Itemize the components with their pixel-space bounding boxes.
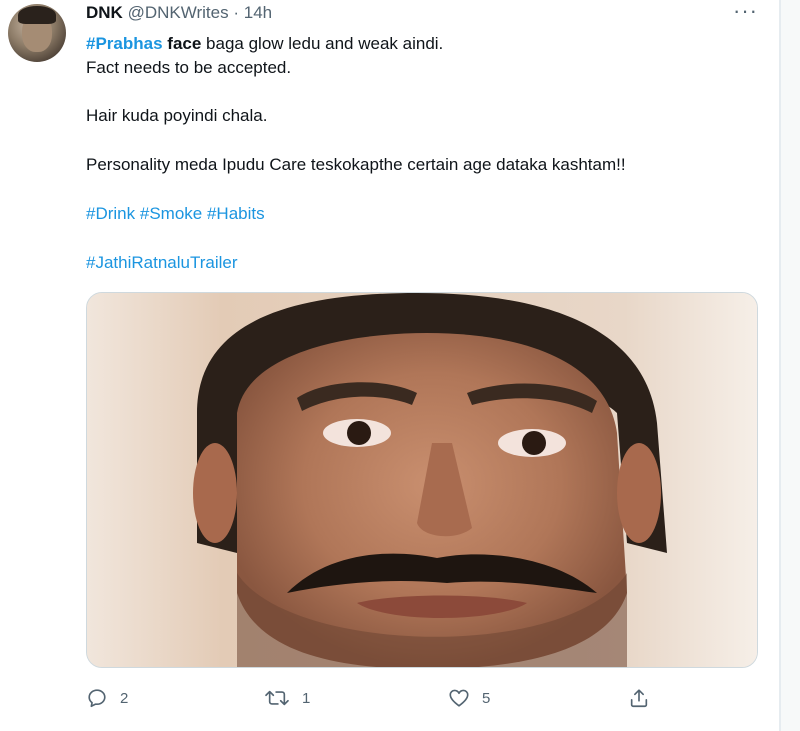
tweet-time[interactable]: 14h [244, 3, 272, 22]
avatar-hair [18, 6, 56, 24]
hashtag-line-trailer: #JathiRatnaluTrailer [86, 251, 238, 275]
like-button[interactable]: 5 [448, 682, 490, 714]
hashtag-prabhas[interactable]: #Prabhas [86, 34, 163, 53]
text-line-1: #Prabhas face baga glow ledu and weak ai… [86, 32, 443, 56]
hashtag-habits[interactable]: #Habits [207, 204, 265, 223]
tweet-card: DNK @DNKWrites · 14h ··· #Prabhas face b… [0, 0, 780, 731]
retweet-button[interactable]: 1 [264, 682, 310, 714]
scrollbar[interactable] [780, 0, 800, 731]
reply-count: 2 [120, 689, 129, 707]
author-handle[interactable]: @DNKWrites [128, 3, 229, 22]
heart-icon [449, 689, 469, 707]
author-name[interactable]: DNK [86, 3, 123, 22]
share-icon [630, 689, 648, 708]
text-line-2: Fact needs to be accepted. [86, 58, 292, 77]
like-count: 5 [482, 689, 491, 707]
hashtag-smoke[interactable]: #Smoke [140, 204, 202, 223]
hashtag-drink[interactable]: #Drink [86, 204, 135, 223]
tweet-header: DNK @DNKWrites · 14h [86, 3, 272, 23]
text-line-4: Personality meda Ipudu Care teskokapthe … [86, 155, 626, 174]
bold-word: face [167, 34, 202, 53]
photo-portrait [87, 293, 757, 667]
action-bar: 2 1 5 [86, 682, 766, 714]
separator: · [233, 3, 239, 22]
retweet-count: 1 [302, 689, 311, 707]
text-segment: baga glow ledu and weak aindi. [206, 34, 444, 53]
retweet-icon [265, 690, 289, 706]
share-button[interactable] [628, 682, 650, 714]
tweet-photo[interactable] [86, 292, 758, 668]
hashtags-line: #Drink #Smoke #Habits [86, 202, 265, 226]
more-icon[interactable]: ··· [733, 0, 758, 22]
text-line-3: Hair kuda poyindi chala. [86, 106, 268, 125]
hashtag-jathiratnalutrailer[interactable]: #JathiRatnaluTrailer [86, 253, 238, 272]
reply-button[interactable]: 2 [86, 682, 128, 714]
reply-icon [88, 689, 106, 708]
avatar[interactable] [8, 4, 66, 62]
